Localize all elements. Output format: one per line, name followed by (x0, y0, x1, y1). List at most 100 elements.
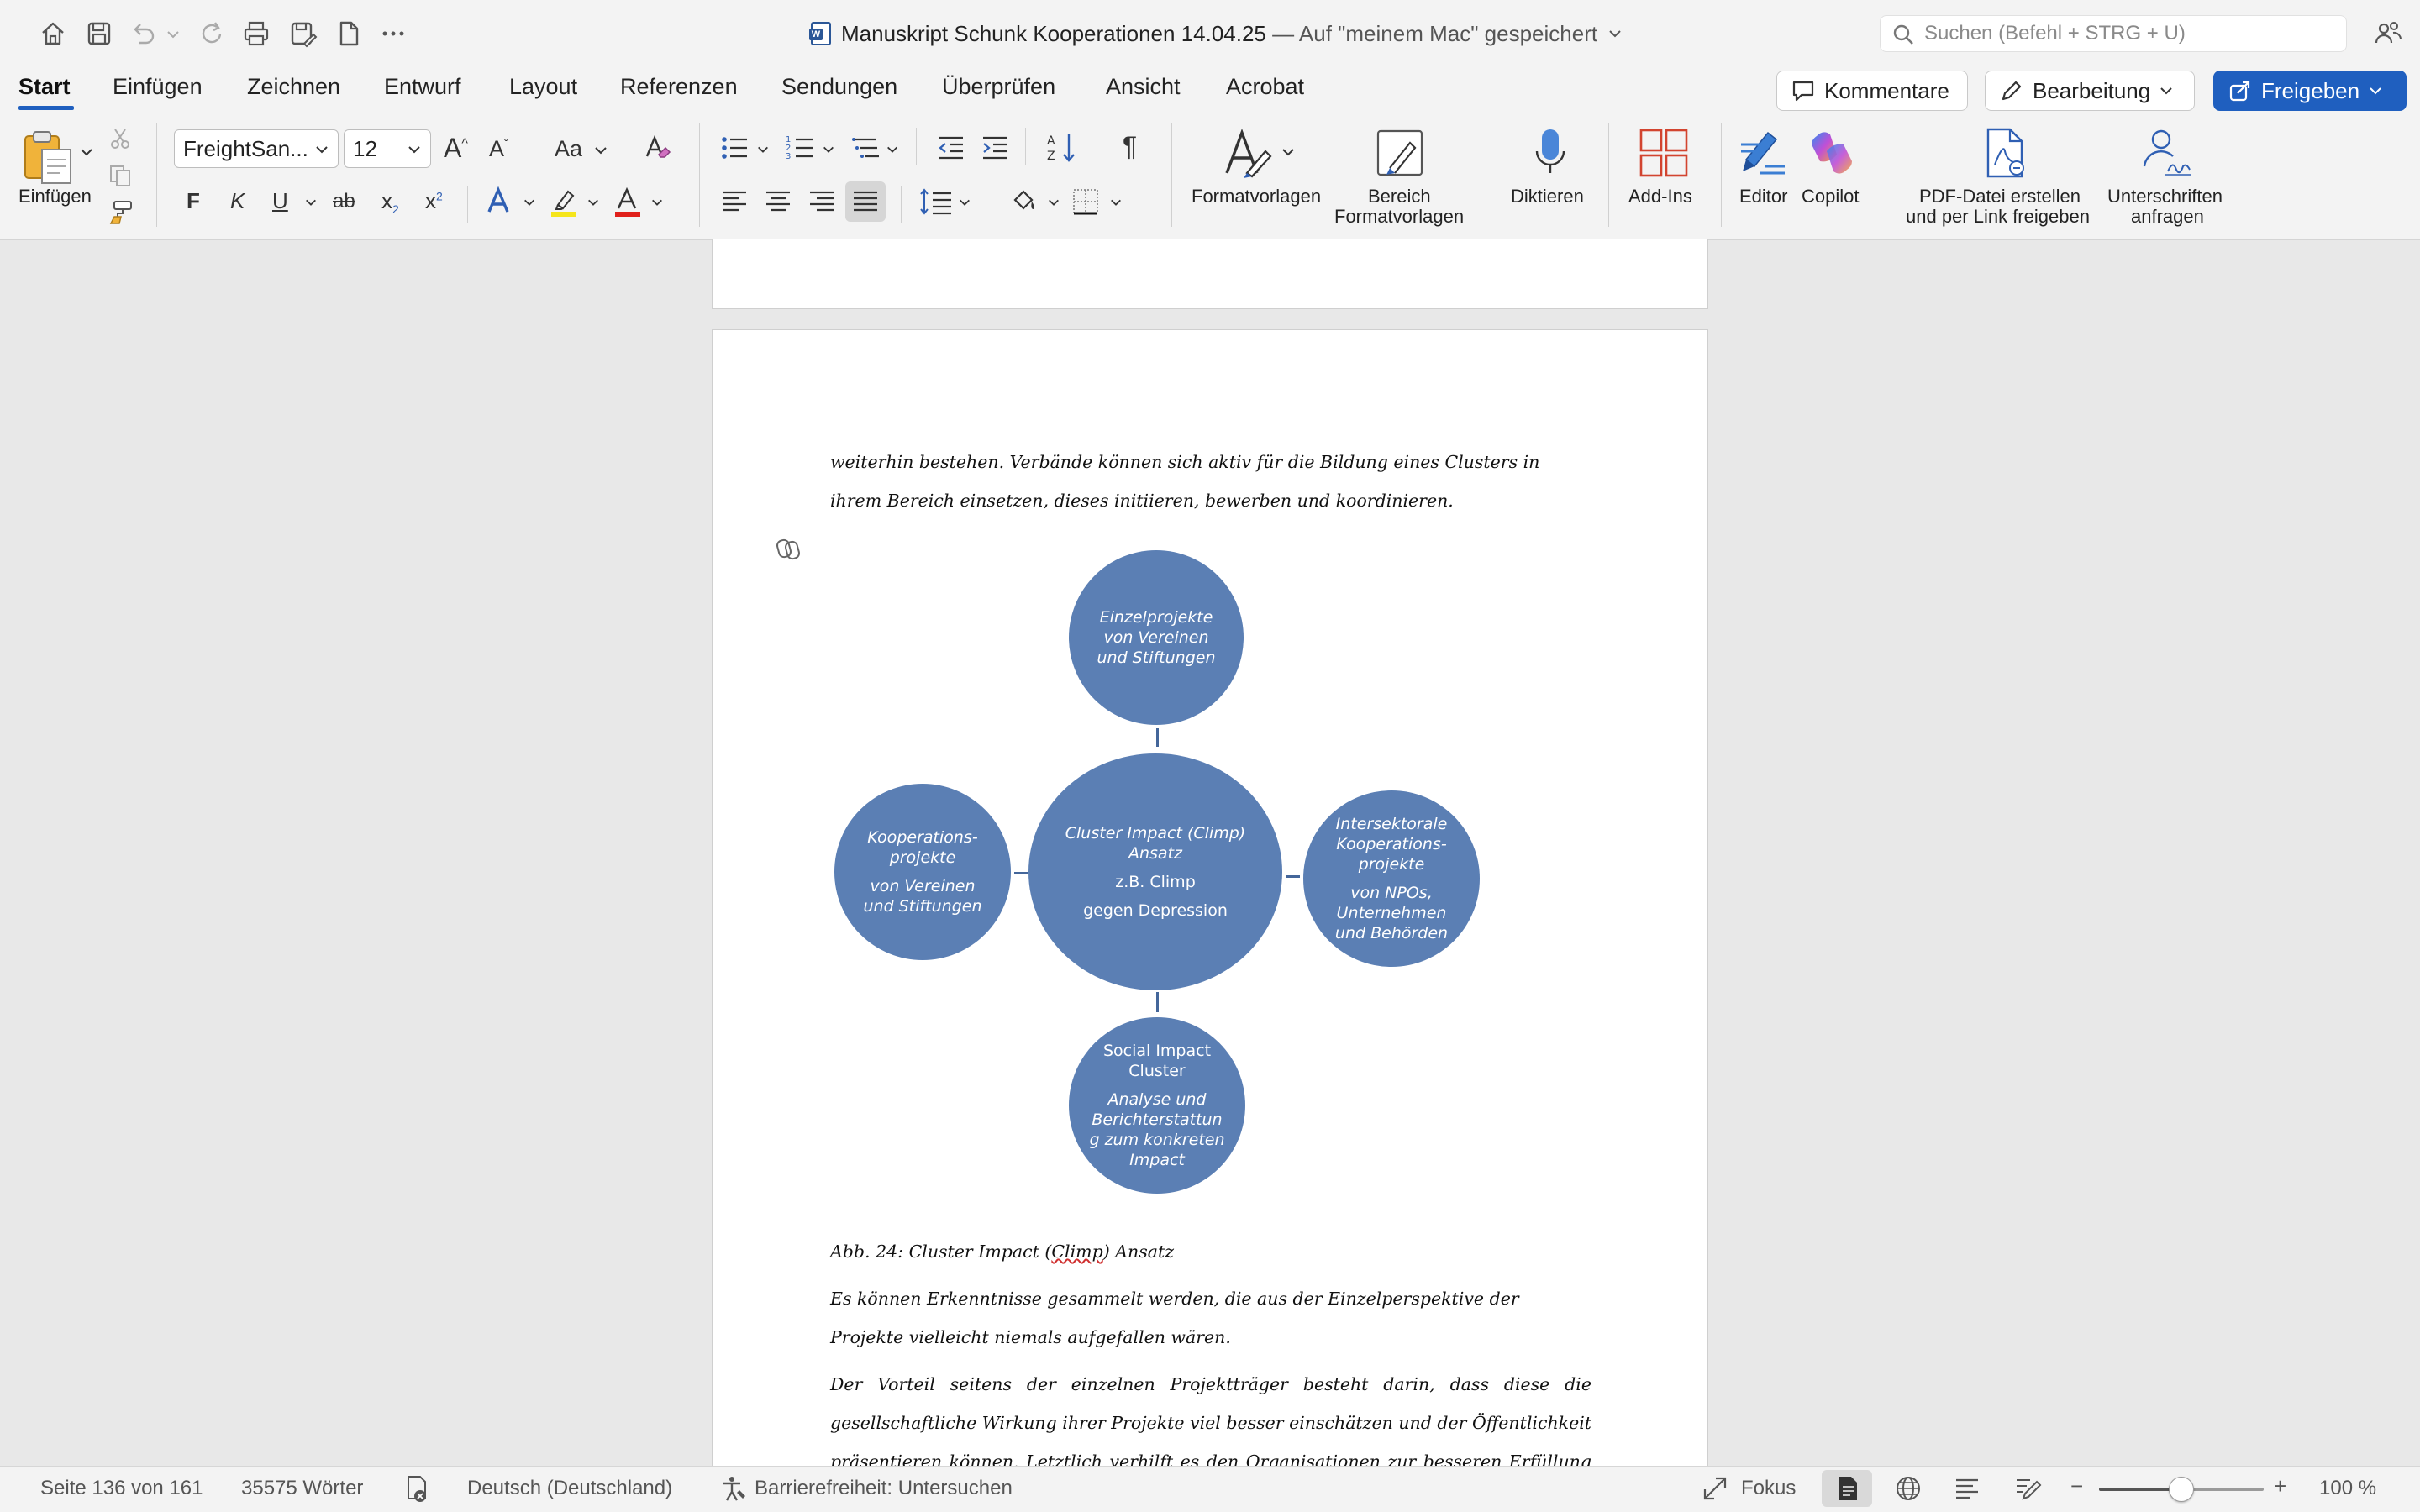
share-people-icon[interactable] (2373, 18, 2403, 49)
clear-formatting-icon[interactable] (642, 133, 672, 163)
shading-icon[interactable] (1010, 186, 1040, 217)
shrink-font-button[interactable]: Aˇ (489, 138, 508, 160)
borders-icon[interactable] (1072, 188, 1099, 215)
tab-acrobat[interactable]: Acrobat (1226, 74, 1304, 100)
bold-button[interactable]: F (187, 190, 200, 212)
font-color-icon[interactable] (613, 186, 642, 218)
paragraph-top[interactable]: weiterhin bestehen. Verbände können sich… (830, 443, 1591, 520)
font-name-select[interactable]: FreightSan... (174, 129, 339, 168)
underline-button[interactable]: U (272, 190, 288, 212)
copilot-label[interactable]: Copilot (1802, 186, 1859, 207)
caption-spelling-flag[interactable]: Climp (1051, 1242, 1102, 1262)
signature-label-line2[interactable]: anfragen (2131, 207, 2204, 227)
chevron-down-icon[interactable] (587, 196, 600, 209)
chevron-down-icon[interactable] (822, 143, 835, 156)
document-page[interactable]: weiterhin bestehen. Verbände können sich… (712, 329, 1708, 1472)
numbered-list-icon[interactable]: 123 (785, 133, 815, 163)
diagram-node-center[interactable]: Cluster Impact (Climp) Ansatz z.B. Climp… (1028, 753, 1282, 990)
paragraph-2[interactable]: Es können Erkenntnisse gesammelt werden,… (830, 1279, 1591, 1357)
italic-button[interactable]: K (230, 190, 245, 212)
language[interactable]: Deutsch (Deutschland) (467, 1477, 672, 1500)
align-left-icon[interactable] (721, 188, 748, 215)
zoom-level[interactable]: 100 % (2319, 1477, 2376, 1500)
justify-button[interactable] (845, 181, 886, 222)
save-icon[interactable] (84, 18, 114, 49)
tab-entwurf[interactable]: Entwurf (384, 74, 461, 100)
styles-pane-icon[interactable] (1373, 126, 1427, 180)
pdf-label-line2[interactable]: und per Link freigeben (1906, 207, 2090, 227)
sort-icon[interactable]: AZ (1045, 131, 1079, 165)
multilevel-list-icon[interactable] (850, 133, 881, 163)
chevron-down-icon[interactable] (593, 143, 608, 158)
font-size-select[interactable]: 12 (344, 129, 431, 168)
styles-label[interactable]: Formatvorlagen (1192, 186, 1321, 207)
page-count[interactable]: Seite 136 von 161 (40, 1477, 203, 1500)
accessibility-icon[interactable] (719, 1473, 748, 1504)
tab-einfuegen[interactable]: Einfügen (113, 74, 203, 100)
copilot-margin-icon[interactable] (775, 535, 803, 564)
pdf-label-line1[interactable]: PDF-Datei erstellen (1919, 186, 2081, 207)
focus-icon[interactable] (1701, 1473, 1729, 1504)
add-ins-icon[interactable] (1639, 128, 1689, 178)
tab-ueberpruefen[interactable]: Überprüfen (942, 74, 1055, 100)
tab-ansicht[interactable]: Ansicht (1106, 74, 1181, 100)
change-case-button[interactable]: Aa (555, 138, 582, 160)
tab-referenzen[interactable]: Referenzen (620, 74, 738, 100)
print-icon[interactable] (241, 18, 271, 49)
more-icon[interactable] (378, 18, 408, 49)
cut-icon[interactable] (108, 126, 133, 151)
paste-label[interactable]: Einfügen (18, 186, 92, 207)
subscript-button[interactable]: x2 (381, 190, 399, 215)
increase-indent-icon[interactable] (980, 133, 1010, 163)
document-title[interactable]: W Manuskript Schunk Kooperationen 14.04.… (809, 18, 1623, 49)
search-input[interactable]: Suchen (Befehl + STRG + U) (1880, 15, 2347, 52)
chevron-down-icon[interactable] (958, 196, 971, 209)
grow-font-button[interactable]: A^ (444, 134, 468, 161)
format-painter-icon[interactable] (108, 198, 134, 225)
diagram-node-top[interactable]: Einzelprojekte von Vereinen und Stiftung… (1069, 550, 1244, 725)
outline-view-icon[interactable] (1953, 1473, 1981, 1504)
bullet-list-icon[interactable] (719, 133, 750, 163)
share-button[interactable]: Freigeben (2213, 71, 2407, 111)
paragraph-3[interactable]: Der Vorteil seitens der einzelnen Projek… (830, 1365, 1591, 1471)
text-effects-icon[interactable] (486, 186, 514, 217)
focus-label[interactable]: Fokus (1741, 1477, 1796, 1500)
editor-icon[interactable] (1738, 126, 1791, 180)
home-icon[interactable] (38, 18, 68, 49)
redo-icon[interactable] (197, 18, 227, 49)
dictate-label[interactable]: Diktieren (1511, 186, 1584, 207)
strikethrough-button[interactable]: ab (333, 192, 355, 212)
editing-mode-button[interactable]: Bearbeitung (1985, 71, 2195, 111)
show-formatting-marks-button[interactable]: ¶ (1123, 133, 1137, 160)
web-layout-icon[interactable] (1894, 1473, 1923, 1504)
chevron-down-icon[interactable] (1047, 196, 1060, 209)
chevron-down-icon[interactable] (756, 143, 770, 156)
comments-button[interactable]: Kommentare (1776, 71, 1968, 111)
draft-view-icon[interactable] (2013, 1473, 2042, 1504)
chevron-down-icon[interactable] (650, 196, 664, 209)
signature-label-line1[interactable]: Unterschriften (2107, 186, 2223, 207)
decrease-indent-icon[interactable] (936, 133, 966, 163)
superscript-button[interactable]: x2 (425, 190, 443, 212)
print-layout-icon[interactable] (1833, 1473, 1862, 1504)
copilot-icon[interactable] (1805, 126, 1859, 180)
paste-options-chevron-icon[interactable] (79, 144, 94, 160)
tab-start[interactable]: Start (18, 74, 71, 100)
zoom-out-button[interactable]: − (2070, 1473, 2083, 1499)
zoom-slider-thumb[interactable] (2169, 1477, 2194, 1502)
styles-pane-label-line2[interactable]: Formatvorlagen (1334, 207, 1464, 227)
chevron-down-icon[interactable] (304, 196, 318, 209)
chevron-down-icon[interactable] (1281, 144, 1296, 160)
undo-icon[interactable] (128, 18, 158, 49)
undo-dropdown-icon[interactable] (165, 18, 182, 49)
align-right-icon[interactable] (808, 188, 835, 215)
highlight-color-icon[interactable] (550, 186, 580, 218)
new-document-icon[interactable] (334, 18, 364, 49)
paste-icon[interactable] (20, 128, 79, 186)
tab-zeichnen[interactable]: Zeichnen (247, 74, 340, 100)
diagram-node-right[interactable]: Intersektorale Kooperations- projekte vo… (1303, 790, 1480, 967)
figure-caption[interactable]: Abb. 24: Cluster Impact (Climp) Ansatz (830, 1232, 1591, 1271)
diagram-node-left[interactable]: Kooperations- projekte von Vereinen und … (834, 784, 1011, 960)
proofing-icon[interactable] (403, 1473, 432, 1504)
diagram-node-bottom[interactable]: Social Impact Cluster Analyse und Berich… (1069, 1017, 1245, 1194)
